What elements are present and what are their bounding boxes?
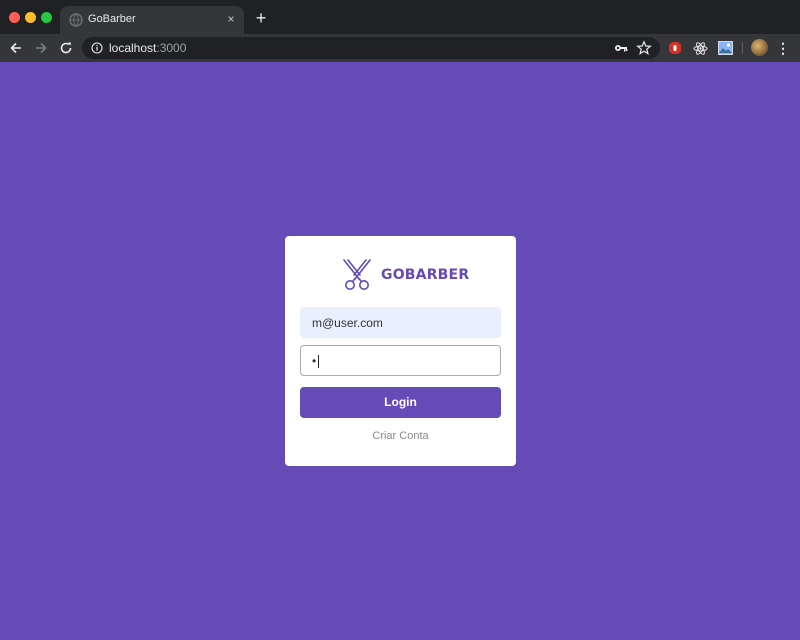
- globe-icon: [69, 13, 83, 27]
- back-arrow-icon: [10, 42, 21, 54]
- tab-close-icon[interactable]: ×: [224, 12, 238, 26]
- address-bar[interactable]: localhost:3000: [82, 37, 660, 59]
- reload-button[interactable]: [56, 38, 76, 58]
- profile-avatar[interactable]: [751, 39, 768, 56]
- url-text: localhost:3000: [109, 41, 186, 55]
- browser-menu-icon[interactable]: ⋮: [775, 40, 791, 56]
- brand-logo: GOBARBER: [339, 257, 469, 293]
- login-button[interactable]: Login: [300, 387, 501, 418]
- extension-react-icon[interactable]: [692, 40, 708, 56]
- email-field[interactable]: m@user.com: [300, 307, 501, 338]
- browser-tabbar: GoBarber × +: [0, 0, 800, 34]
- text-cursor: [318, 355, 320, 369]
- password-value: •: [312, 354, 317, 368]
- window-maximize-button[interactable]: [41, 12, 52, 23]
- create-account-link[interactable]: Criar Conta: [285, 430, 516, 442]
- password-field[interactable]: •: [300, 345, 501, 376]
- url-port: :3000: [156, 41, 187, 55]
- tab-title: GoBarber: [88, 13, 136, 25]
- reload-icon: [60, 42, 72, 54]
- toolbar-divider: [742, 42, 743, 54]
- window-close-button[interactable]: [9, 12, 20, 23]
- browser-toolbar: localhost:3000 ⋮: [0, 34, 800, 62]
- star-icon[interactable]: [636, 40, 652, 56]
- new-tab-button[interactable]: +: [252, 9, 270, 27]
- forward-button[interactable]: [31, 38, 51, 58]
- scissors-icon: [343, 259, 371, 290]
- email-value: m@user.com: [312, 316, 383, 330]
- browser-tab-gobarber[interactable]: GoBarber ×: [60, 6, 244, 34]
- forward-arrow-icon: [36, 42, 47, 54]
- login-card: GOBARBER m@user.com • Login Criar Conta: [285, 236, 516, 466]
- window-minimize-button[interactable]: [25, 12, 36, 23]
- brand-name: GOBARBER: [381, 267, 470, 283]
- extension-stop-icon[interactable]: [667, 40, 683, 56]
- page-background: GOBARBER m@user.com • Login Criar Conta: [0, 62, 800, 640]
- url-host: localhost: [109, 41, 157, 55]
- key-icon[interactable]: [614, 42, 628, 54]
- back-button[interactable]: [6, 38, 26, 58]
- extension-image-icon[interactable]: [717, 40, 733, 56]
- info-icon[interactable]: [91, 42, 103, 54]
